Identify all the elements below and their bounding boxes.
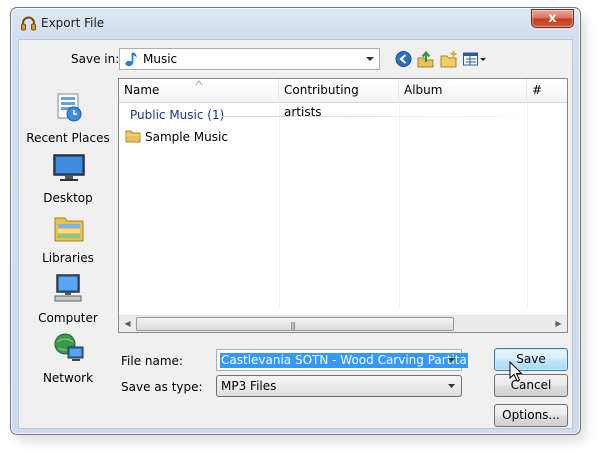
export-file-dialog: Export File x Save in: Music Recent Plac…: [10, 7, 581, 435]
cancel-button[interactable]: Cancel: [494, 374, 568, 397]
up-folder-icon[interactable]: [416, 50, 435, 68]
save-as-type-label: Save as type:: [121, 380, 203, 394]
save-in-value: Music: [143, 52, 178, 66]
file-name-label: File name:: [121, 354, 183, 368]
chevron-down-icon: [448, 384, 455, 388]
place-label: Desktop: [43, 191, 93, 205]
horizontal-scrollbar[interactable]: ◀ ||| ▶: [119, 315, 567, 332]
column-label: Name: [124, 83, 160, 97]
save-as-type-value: MP3 Files: [221, 379, 277, 393]
group-header[interactable]: Public Music (1): [130, 108, 224, 122]
column-divider: [279, 103, 280, 308]
music-note-icon: [125, 52, 137, 67]
column-album[interactable]: Album: [399, 79, 527, 103]
chevron-down-icon: [366, 57, 374, 61]
folder-icon: [125, 130, 141, 143]
place-label: Libraries: [42, 251, 94, 265]
sort-ascending-icon: [195, 80, 203, 86]
file-list[interactable]: Name Contributing artists Album # Public…: [118, 78, 568, 333]
item-name: Sample Music: [145, 130, 228, 144]
place-desktop[interactable]: Desktop: [21, 152, 115, 210]
new-folder-icon[interactable]: [439, 50, 458, 68]
computer-icon: [54, 274, 82, 302]
column-label: #: [532, 83, 543, 97]
column-divider: [399, 103, 400, 308]
place-label: Network: [42, 371, 94, 385]
dialog-body: Save in: Music Recent Places Desktop Lib…: [18, 39, 573, 429]
network-icon: [54, 333, 84, 361]
column-label: Contributing artists: [284, 83, 359, 119]
back-icon[interactable]: [394, 50, 413, 68]
view-menu-icon[interactable]: [462, 50, 488, 68]
place-computer[interactable]: Computer: [21, 272, 115, 330]
file-name-combobox[interactable]: Castlevania SOTN - Wood Carving Partita: [216, 349, 468, 371]
column-divider: [527, 103, 528, 308]
places-bar: Recent Places Desktop Libraries Computer…: [21, 78, 115, 386]
chevron-down-icon[interactable]: [443, 351, 460, 369]
close-button[interactable]: x: [531, 9, 574, 28]
save-button[interactable]: Save: [494, 348, 568, 371]
place-network[interactable]: Network: [21, 332, 115, 390]
save-in-label: Save in:: [71, 52, 120, 66]
group-divider: [221, 116, 556, 117]
desktop-icon: [53, 154, 85, 181]
save-as-type-dropdown[interactable]: MP3 Files: [216, 375, 462, 397]
mouse-cursor-icon: [509, 361, 523, 382]
column-header-row: Name Contributing artists Album #: [119, 79, 567, 119]
place-label: Recent Places: [26, 131, 110, 145]
window-title: Export File: [41, 16, 105, 30]
scroll-right-button[interactable]: ▶: [550, 316, 567, 332]
close-icon: x: [548, 11, 557, 26]
recent-places-icon: [57, 93, 82, 122]
chevron-right-icon: ▶: [555, 319, 562, 328]
file-name-input-value[interactable]: Castlevania SOTN - Wood Carving Partita: [220, 353, 468, 368]
column-name[interactable]: Name: [119, 79, 279, 103]
chevron-left-icon: ◀: [124, 319, 131, 328]
place-libraries[interactable]: Libraries: [21, 212, 115, 270]
place-recent-places[interactable]: Recent Places: [21, 92, 115, 150]
column-track-number[interactable]: #: [527, 79, 567, 103]
place-label: Computer: [38, 311, 98, 325]
save-in-dropdown[interactable]: Music: [119, 48, 380, 70]
column-label: Album: [404, 83, 443, 97]
libraries-icon: [54, 217, 84, 242]
headphones-icon: [21, 16, 36, 31]
scroll-thumb[interactable]: |||: [136, 317, 454, 331]
column-contributing-artists[interactable]: Contributing artists: [279, 79, 399, 119]
grip-icon: |||: [290, 321, 296, 330]
scroll-left-button[interactable]: ◀: [119, 316, 136, 332]
title-bar[interactable]: Export File x: [11, 8, 580, 38]
options-button[interactable]: Options...: [494, 404, 568, 427]
